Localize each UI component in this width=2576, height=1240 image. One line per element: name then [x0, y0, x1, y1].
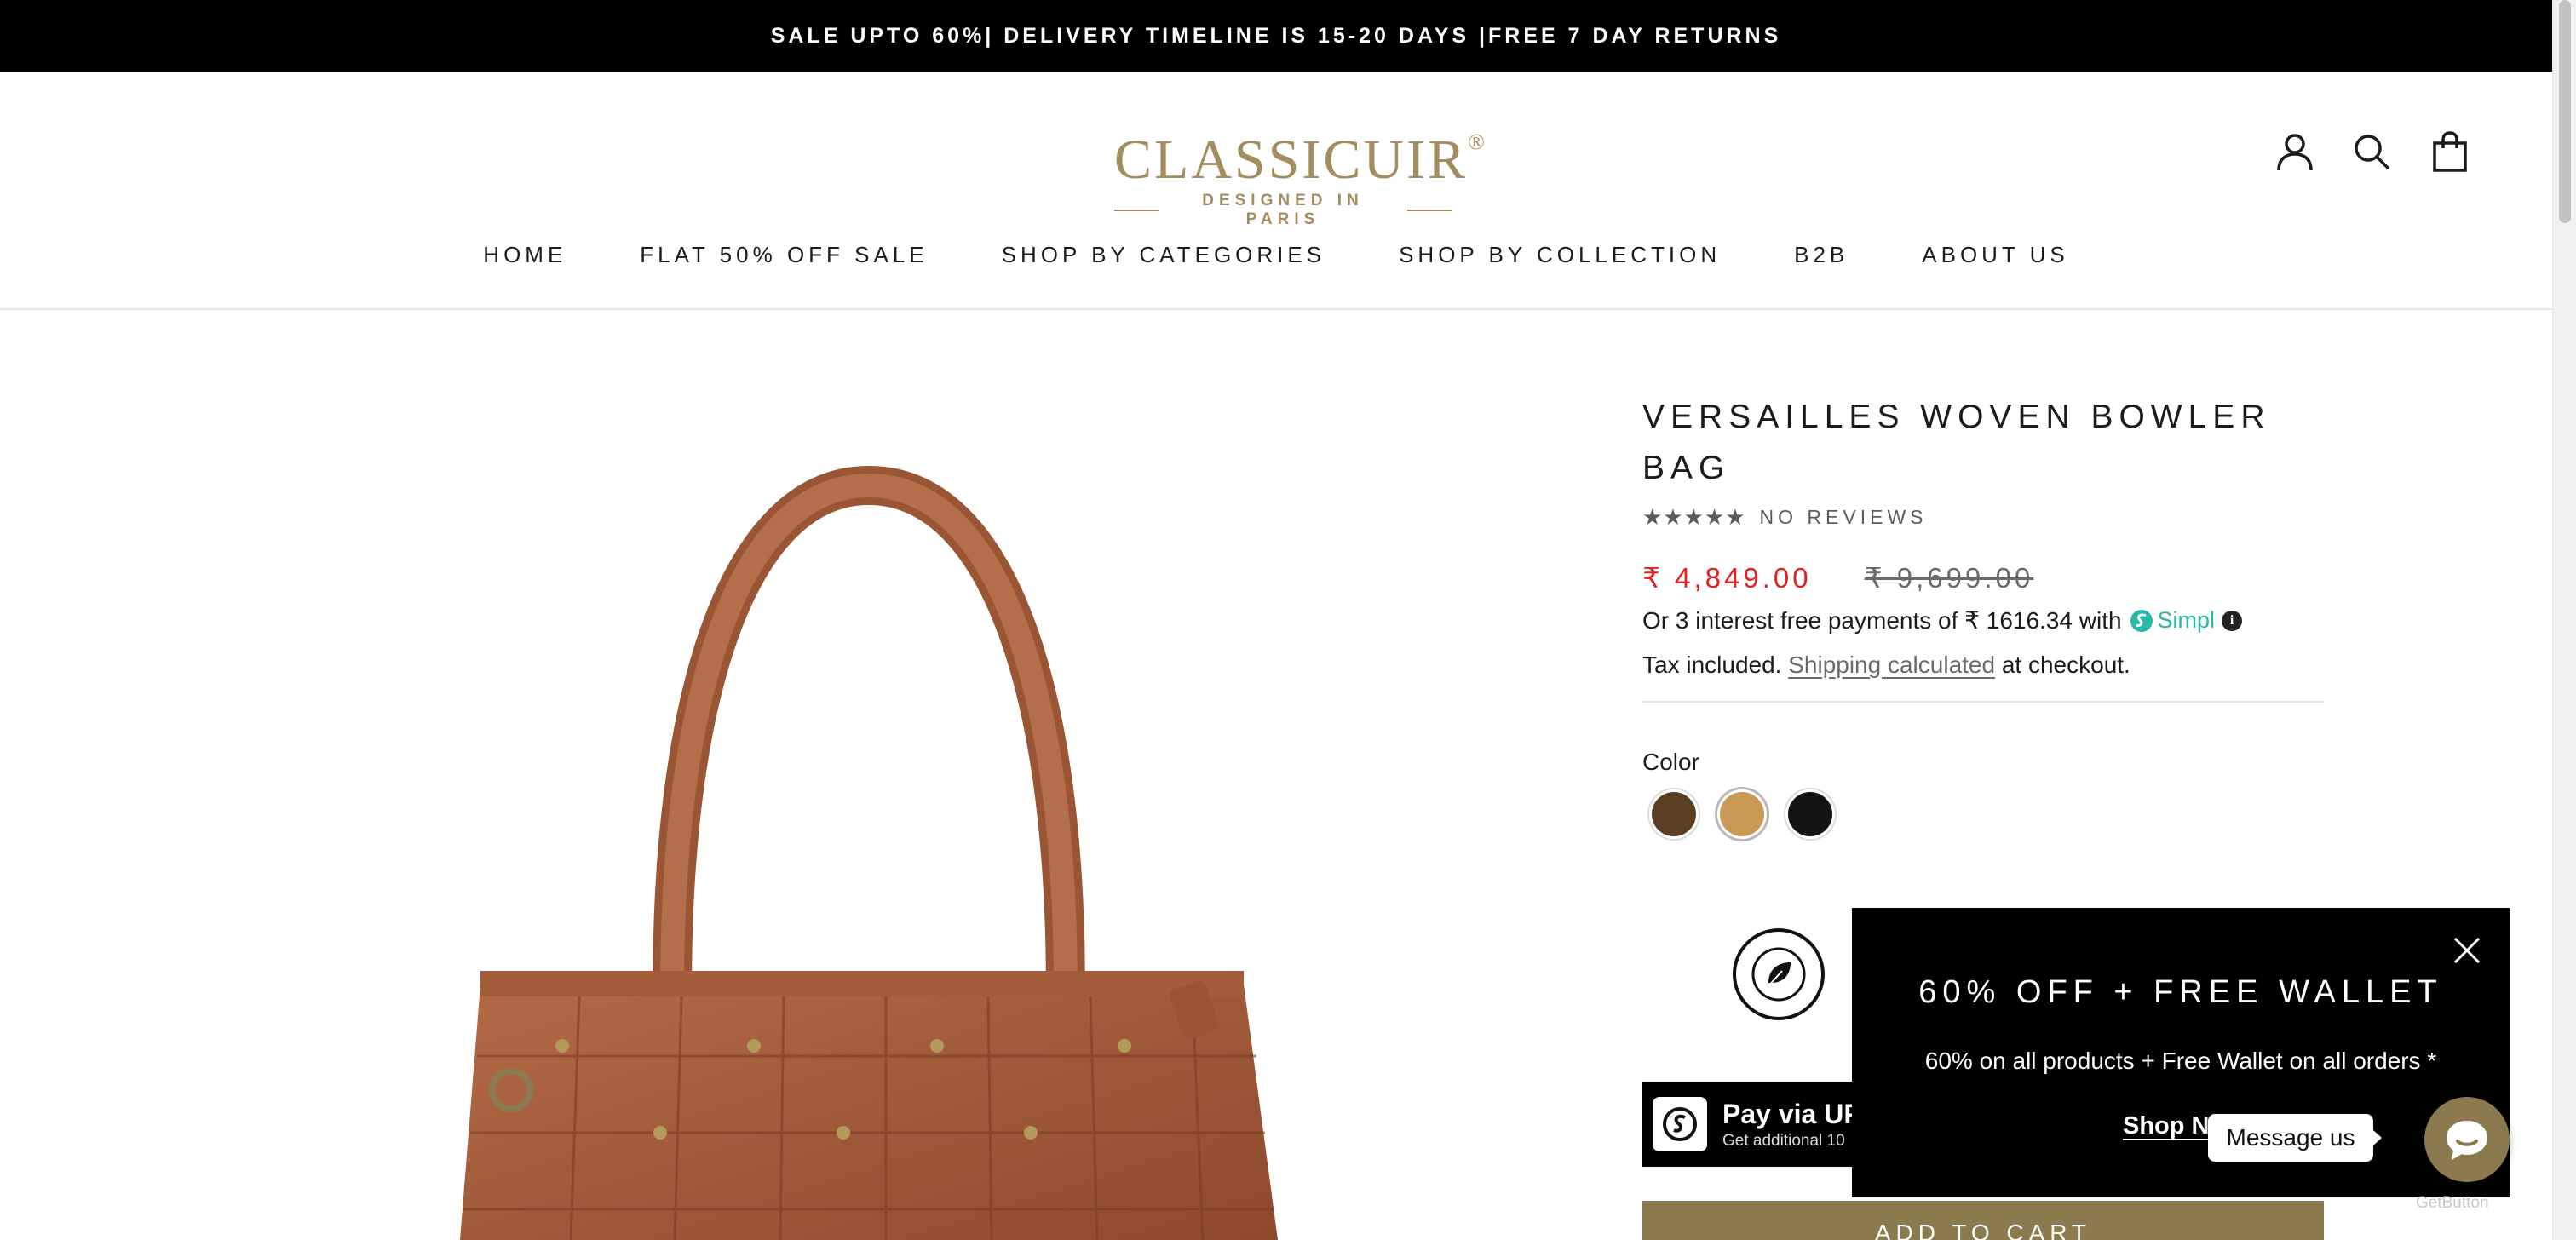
color-swatch[interactable]: [1785, 789, 1835, 839]
color-swatches: [1649, 789, 2324, 839]
simpl-swirl-icon: [2130, 609, 2153, 632]
promo-heading: 60% OFF + FREE WALLET: [1918, 974, 2443, 1010]
sale-price: ₹ 4,849.00: [1642, 562, 1812, 594]
nav-b2b[interactable]: B2B: [1794, 242, 1849, 268]
logo[interactable]: CLASSICUIR® DESIGNED IN PARIS: [1114, 112, 1485, 229]
nav-about[interactable]: ABOUT US: [1922, 242, 2068, 268]
cart-icon[interactable]: [2428, 129, 2472, 174]
nav-categories[interactable]: SHOP BY CATEGORIES: [1002, 242, 1325, 268]
scrollbar-thumb[interactable]: [2559, 0, 2571, 223]
upi-subtitle: Get additional 10: [1722, 1131, 1845, 1150]
upi-logo-icon: [1653, 1097, 1707, 1151]
eco-friendly-badge-icon: [1733, 928, 1825, 1020]
review-summary[interactable]: ★★★★★ NO REVIEWS: [1642, 504, 2324, 531]
price-block: ₹ 4,849.00 ₹ 9,699.00: [1642, 561, 2324, 594]
shipping-link[interactable]: Shipping calculated: [1788, 652, 1995, 678]
announcement-bar: SALE UPTO 60%| DELIVERY TIMELINE IS 15-2…: [0, 0, 2552, 72]
pay-via-upi-banner[interactable]: Pay via UP Get additional 10: [1642, 1082, 1864, 1167]
chat-icon: [2447, 1121, 2487, 1160]
color-swatch[interactable]: [1649, 789, 1699, 839]
tax-note: Tax included. Shipping calculated at che…: [1642, 652, 2130, 678]
product-info: VERSAILLES WOVEN BOWLER BAG ★★★★★ NO REV…: [1642, 392, 2324, 839]
color-swatch[interactable]: [1717, 789, 1767, 839]
simpl-installments: Or 3 interest free payments of ₹ 1616.34…: [1642, 606, 2324, 634]
site-header: CLASSICUIR® DESIGNED IN PARIS HOME FLAT …: [0, 72, 2552, 310]
original-price: ₹ 9,699.00: [1864, 562, 2034, 594]
getbutton-credit[interactable]: GetButton: [2416, 1194, 2489, 1213]
divider: [1642, 701, 2324, 703]
logo-tagline: DESIGNED IN PARIS: [1114, 192, 1452, 229]
main-nav: HOME FLAT 50% OFF SALE SHOP BY CATEGORIE…: [0, 242, 2552, 268]
reviews-text: NO REVIEWS: [1759, 506, 1928, 528]
close-icon[interactable]: [2450, 933, 2484, 967]
announcement-text: SALE UPTO 60%| DELIVERY TIMELINE IS 15-2…: [770, 23, 1782, 48]
nav-sale[interactable]: FLAT 50% OFF SALE: [640, 242, 928, 268]
promo-text: 60% on all products + Free Wallet on all…: [1924, 1048, 2437, 1074]
simpl-text: Or 3 interest free payments of ₹ 1616.34…: [1642, 607, 2122, 634]
logo-brand: CLASSICUIR®: [1114, 129, 1485, 191]
add-to-cart-button[interactable]: ADD TO CART: [1642, 1201, 2324, 1240]
account-icon[interactable]: [2273, 129, 2317, 174]
upi-title: Pay via UP: [1722, 1098, 1862, 1129]
rating-stars: ★★★★★: [1642, 504, 1746, 530]
simpl-logo[interactable]: Simpl: [2129, 607, 2215, 634]
info-icon[interactable]: i: [2222, 610, 2243, 631]
search-icon[interactable]: [2349, 129, 2394, 174]
promo-popup: 60% OFF + FREE WALLET 60% on all product…: [1852, 908, 2510, 1197]
scrollbar[interactable]: [2552, 0, 2576, 1240]
message-us-bubble[interactable]: Message us: [2208, 1114, 2382, 1162]
color-label: Color: [1642, 749, 1699, 775]
product-title: VERSAILLES WOVEN BOWLER BAG: [1642, 399, 2271, 486]
nav-collection[interactable]: SHOP BY COLLECTION: [1399, 242, 1721, 268]
product-image[interactable]: [460, 460, 1312, 1240]
nav-home[interactable]: HOME: [483, 242, 566, 268]
chat-button[interactable]: [2424, 1097, 2510, 1182]
